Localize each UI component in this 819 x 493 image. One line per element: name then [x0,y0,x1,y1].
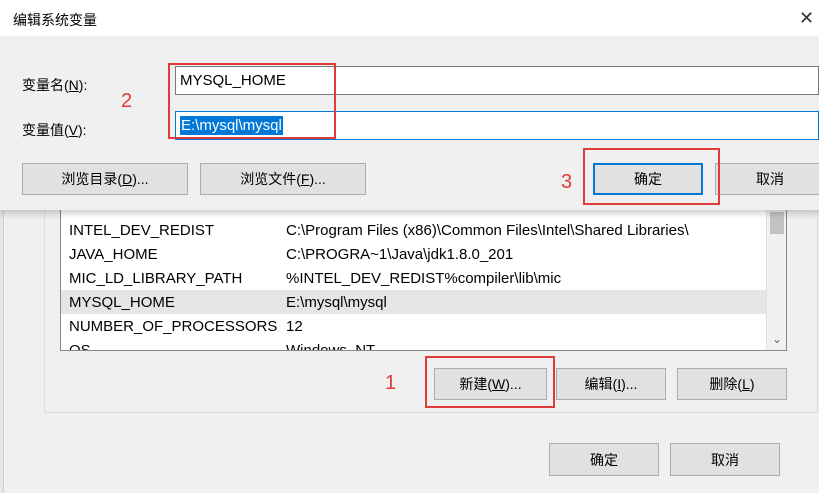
env-cancel-button[interactable]: 取消 [670,443,780,476]
variable-name: JAVA_HOME [69,245,158,263]
button-label: )... [621,376,638,392]
annotation-number: 2 [121,90,133,112]
button-label: 编辑( [584,376,618,392]
annotation-number: 1 [385,372,397,394]
selected-input-value: E:\mysql\mysql [180,116,283,135]
label-text: 变量名( [22,77,69,93]
edit-ok-button[interactable]: 确定 [593,163,703,195]
variable-value: %INTEL_DEV_REDIST%compiler\lib\mic [286,269,562,287]
delete-variable-button[interactable]: 删除(L) [677,368,787,400]
edit-variable-button[interactable]: 编辑(I)... [556,368,666,400]
table-row[interactable]: NUMBER_OF_PROCESSORS 12 [61,314,767,338]
chevron-down-icon[interactable]: ⌄ [767,332,786,346]
button-label: 浏览文件( [240,171,301,187]
close-icon[interactable]: ✕ [799,4,819,32]
annotation-number: 3 [561,171,573,193]
button-label: )... [309,171,326,187]
variable-value-label: 变量值(V): [22,120,87,140]
table-row[interactable]: JAVA_HOME C:\PROGRA~1\Java\jdk1.8.0_201 [61,242,767,266]
table-row[interactable]: INTEL_DEV_REDIST C:\Program Files (x86)\… [61,218,767,242]
new-variable-button[interactable]: 新建(W)... [434,368,547,400]
variable-name: OS [69,341,91,351]
access-key: W [492,376,506,392]
button-label: )... [132,171,149,187]
input-value: MYSQL_HOME [180,72,286,89]
edit-cancel-button[interactable]: 取消 [715,163,819,195]
dialog-title: 编辑系统变量 [13,12,97,28]
title-bar[interactable]: 编辑系统变量 ✕ [0,0,819,36]
label-text: ): [78,122,87,138]
variable-name: MYSQL_HOME [69,293,175,311]
variable-value: C:\PROGRA~1\Java\jdk1.8.0_201 [286,245,514,263]
button-label: )... [505,376,522,392]
browse-file-button[interactable]: 浏览文件(F)... [200,163,366,195]
button-label: 新建( [459,376,493,392]
variable-value-input[interactable]: E:\mysql\mysql [175,111,819,140]
label-text: 变量值( [22,122,69,138]
variable-value: 12 [286,317,303,335]
variable-name: NUMBER_OF_PROCESSORS [69,317,278,335]
variable-value: E:\mysql\mysql [286,293,387,311]
access-key: L [742,376,750,392]
scrollbar-thumb[interactable] [770,212,784,234]
access-key: F [300,171,310,187]
button-label: ) [749,376,755,392]
table-row-selected[interactable]: MYSQL_HOME E:\mysql\mysql [61,290,767,314]
table-row[interactable]: OS Windows_NT [61,338,767,351]
parent-window-edge [0,210,4,493]
browse-directory-button[interactable]: 浏览目录(D)... [22,163,188,195]
variable-name-label: 变量名(N): [22,75,87,95]
button-label: 删除( [709,376,743,392]
system-variables-list[interactable]: INTEL_DEV_REDIST C:\Program Files (x86)\… [60,210,787,351]
variable-value: C:\Program Files (x86)\Common Files\Inte… [286,221,689,239]
variable-name: INTEL_DEV_REDIST [69,221,215,239]
variable-name-input[interactable]: MYSQL_HOME [175,66,819,95]
variable-name: MIC_LD_LIBRARY_PATH [69,269,243,287]
vertical-scrollbar[interactable]: ⌄ [766,210,786,350]
access-key: V [68,122,79,138]
button-label: 浏览目录( [61,171,123,187]
env-ok-button[interactable]: 确定 [549,443,659,476]
access-key: N [68,77,79,93]
variable-value: Windows_NT [286,341,376,351]
label-text: ): [78,77,88,93]
access-key: D [122,171,133,187]
table-row[interactable]: MIC_LD_LIBRARY_PATH %INTEL_DEV_REDIST%co… [61,266,767,290]
